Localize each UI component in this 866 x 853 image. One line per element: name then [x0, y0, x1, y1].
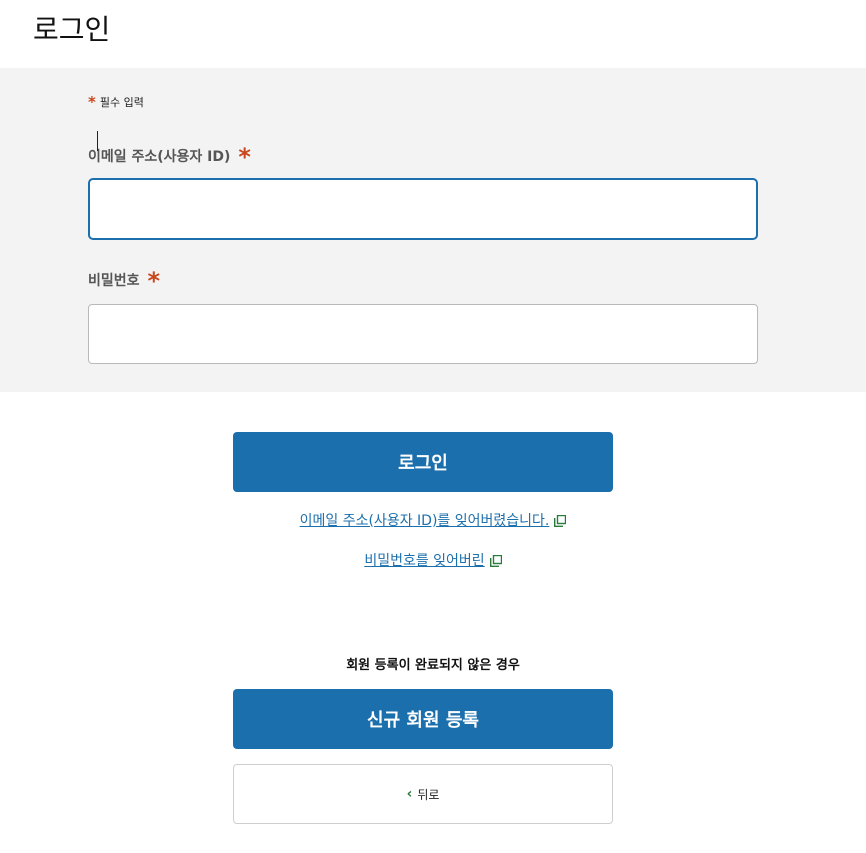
required-note-text: 필수 입력 [99, 96, 144, 109]
forgot-email-row: 이메일 주소(사용자 ID)를 잊어버렸습니다. [0, 510, 866, 530]
external-window-icon [489, 555, 502, 567]
password-input[interactable] [88, 304, 758, 364]
back-button-label: 뒤로 [417, 787, 440, 802]
text-cursor [97, 131, 98, 151]
chevron-left-icon: ‹ [406, 786, 413, 802]
email-label-text: 이메일 주소(사용자 ID) [88, 149, 231, 165]
password-label: 비밀번호 * [88, 267, 161, 295]
password-label-text: 비밀번호 [88, 273, 140, 289]
external-window-icon [554, 515, 567, 527]
register-button[interactable]: 신규 회원 등록 [233, 689, 613, 749]
login-form-panel: * 필수 입력 이메일 주소(사용자 ID) * 비밀번호 * [0, 68, 866, 392]
required-note: * 필수 입력 [88, 94, 144, 110]
register-note: 회원 등록이 완료되지 않은 경우 [346, 658, 520, 673]
required-asterisk-icon: * [238, 143, 251, 171]
login-button[interactable]: 로그인 [233, 432, 613, 492]
back-button[interactable]: ‹ 뒤로 [233, 764, 613, 824]
page-title: 로그인 [33, 13, 111, 46]
forgot-password-row: 비밀번호를 잊어버린 [0, 550, 866, 570]
email-input[interactable] [88, 178, 758, 240]
forgot-email-link[interactable]: 이메일 주소(사용자 ID)를 잊어버렸습니다. [300, 510, 550, 530]
required-asterisk-icon: * [88, 92, 96, 111]
email-label: 이메일 주소(사용자 ID) * [88, 143, 251, 171]
forgot-password-link[interactable]: 비밀번호를 잊어버린 [364, 550, 484, 570]
required-asterisk-icon: * [147, 267, 161, 295]
login-page: 로그인 * 필수 입력 이메일 주소(사용자 ID) * 비밀번호 * 로그인 … [0, 0, 866, 853]
